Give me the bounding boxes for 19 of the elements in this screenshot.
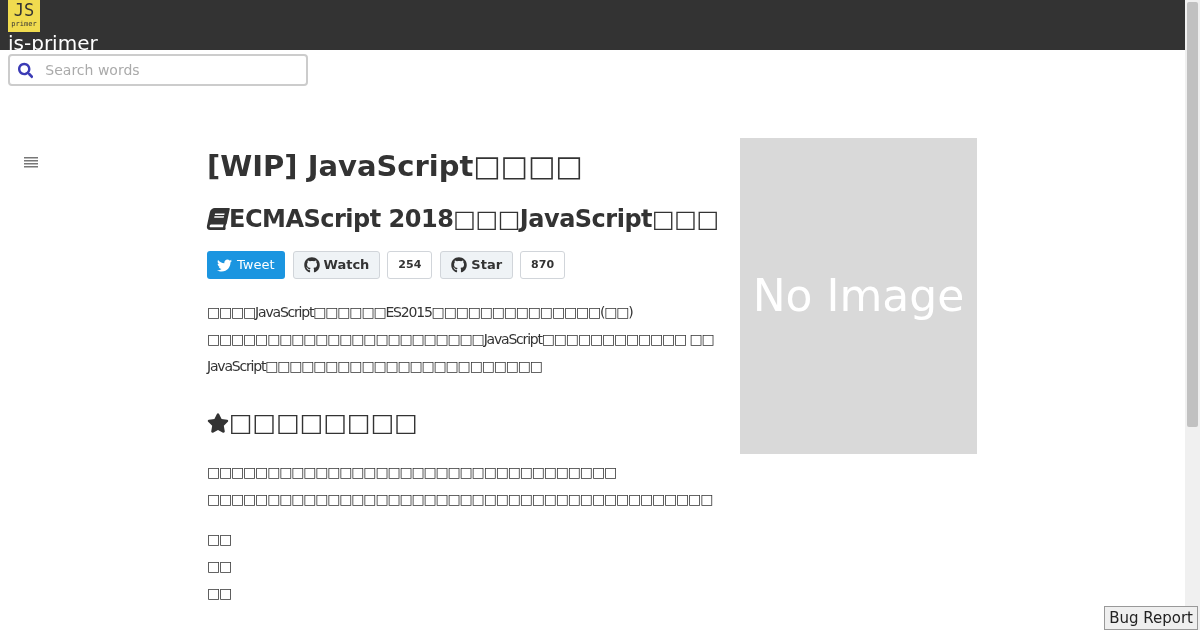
intro-line: □□□□JavaScript□□□□□□ES2015□□□□□□□□□□□□□□(□□) (207, 303, 633, 322)
search-field[interactable]: Search words (8, 54, 308, 86)
text-line: □□□□□□□□□□□□□□□□□□□□□□□□□□□□□□□□□□□□□□□□□□ (207, 490, 713, 509)
github-button[interactable]: Watch (292, 251, 381, 279)
text-line: □□□□□□□□□□□□□□□□□□□□□□□□□□□□□□□□□□ (207, 463, 616, 482)
section-heading: □□□□□□□□ (229, 407, 418, 439)
page-title: [WIP] JavaScript□□□□ (207, 148, 584, 184)
search-input[interactable]: Search words (45, 59, 298, 81)
count-badge[interactable]: 870 (520, 251, 566, 279)
subtitle: ECMAScript 2018□□□JavaScript□□□ (229, 204, 719, 235)
intro-line: JavaScript□□□□□□□□□□□□□□□□□□□□□□□ (207, 357, 542, 376)
text-line: □□ (207, 557, 232, 576)
site-title[interactable]: js-primer (8, 31, 98, 55)
text-line: □□ (207, 584, 232, 603)
github-button[interactable]: Star (440, 251, 514, 279)
count-badge[interactable]: 254 (387, 251, 433, 279)
text-line: □□ (207, 530, 232, 549)
intro-line: □□□□□□□□□□□□□□□□□□□□□□□JavaScript□□□□□□□□□□□□ □□ (207, 330, 714, 349)
bug-report-button[interactable]: Bug Report (1104, 606, 1198, 630)
